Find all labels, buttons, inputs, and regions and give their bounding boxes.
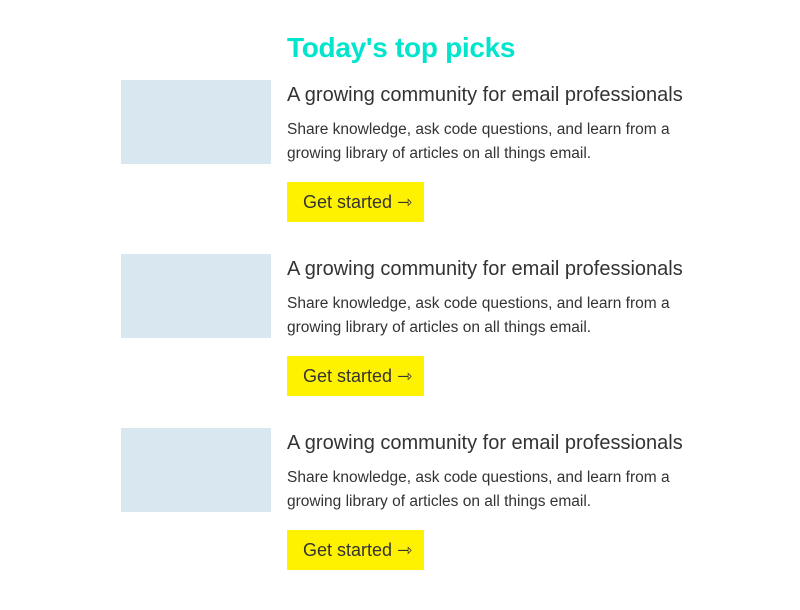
card-thumbnail [121, 428, 271, 512]
card-heading: A growing community for email profession… [287, 258, 683, 280]
get-started-button[interactable]: Get started ⇾ [287, 182, 424, 222]
card-description: Share knowledge, ask code questions, and… [287, 295, 670, 336]
card-thumbnail [121, 254, 271, 338]
page-title: Today's top picks [287, 32, 516, 63]
card-heading: A growing community for email profession… [287, 432, 683, 454]
card-description: Share knowledge, ask code questions, and… [287, 469, 670, 510]
card-heading: A growing community for email profession… [287, 84, 683, 106]
pick-card: A growing community for email profession… [121, 428, 721, 578]
card-thumbnail [121, 80, 271, 164]
pick-card: A growing community for email profession… [121, 80, 721, 230]
get-started-button[interactable]: Get started ⇾ [287, 356, 424, 396]
card-description: Share knowledge, ask code questions, and… [287, 121, 670, 162]
get-started-button[interactable]: Get started ⇾ [287, 530, 424, 570]
pick-card: A growing community for email profession… [121, 254, 721, 404]
